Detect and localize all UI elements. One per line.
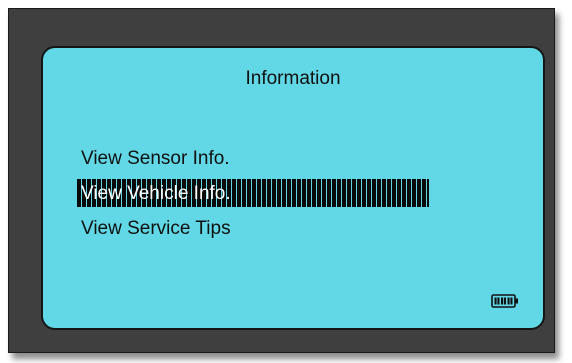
information-menu: View Sensor Info. View Vehicle Info. Vie… — [77, 141, 441, 246]
menu-item-label: View Sensor Info. — [81, 148, 230, 169]
tpms-tool-device: Information View Sensor Info. View Vehic… — [8, 8, 555, 353]
menu-item-view-service-tips[interactable]: View Service Tips — [81, 211, 441, 246]
menu-item-label: View Vehicle Info. — [81, 183, 231, 204]
screen-title: Information — [245, 68, 341, 89]
menu-item-view-vehicle-info[interactable]: View Vehicle Info. — [77, 176, 441, 211]
battery-full-icon — [491, 294, 518, 308]
menu-item-label: View Service Tips — [81, 218, 231, 239]
lcd-screen: Information View Sensor Info. View Vehic… — [41, 46, 545, 330]
menu-item-view-sensor-info[interactable]: View Sensor Info. — [81, 141, 441, 176]
